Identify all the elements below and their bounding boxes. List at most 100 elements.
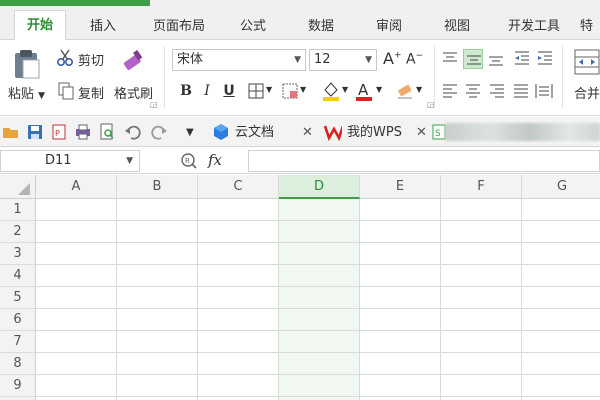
tab-page-layout[interactable]: 页面布局 — [146, 14, 212, 40]
underline-button[interactable]: U — [219, 81, 239, 101]
formula-input[interactable] — [248, 150, 600, 172]
zoom-search-icon[interactable]: R — [180, 152, 198, 170]
scissors-icon[interactable] — [56, 49, 74, 67]
customize-toolbar-chevron-icon[interactable]: ▼ — [186, 121, 194, 145]
pattern-dropdown-icon[interactable]: ▼ — [300, 85, 306, 94]
open-folder-icon[interactable] — [2, 123, 20, 141]
chevron-down-icon[interactable]: ▼ — [126, 151, 133, 171]
svg-text:S: S — [435, 129, 441, 139]
select-all-triangle-icon — [18, 183, 30, 195]
doc-tab-cloud-docs[interactable]: 云文档 — [235, 121, 274, 145]
spreadsheet-grid: ABCDEFG 12345678910 — [0, 175, 600, 400]
shrink-font-button[interactable]: A− — [406, 51, 423, 68]
row-header-1[interactable]: 1 — [0, 199, 36, 221]
cell-reference: D11 — [45, 153, 72, 168]
decrease-indent-icon[interactable] — [513, 50, 531, 68]
paste-dropdown-icon[interactable]: ▼ — [38, 91, 45, 101]
format-painter-button[interactable]: 格式刷 — [114, 83, 153, 102]
tab-review[interactable]: 审阅 — [368, 14, 410, 40]
redo-icon[interactable] — [150, 123, 168, 141]
copy-icon[interactable] — [57, 82, 75, 100]
merge-cells-icon[interactable] — [574, 48, 600, 76]
align-top-icon[interactable] — [441, 50, 459, 68]
cut-button[interactable]: 剪切 — [78, 50, 104, 69]
eraser-icon[interactable] — [396, 82, 414, 100]
align-right-icon[interactable] — [488, 82, 506, 100]
minus-icon: − — [415, 51, 424, 61]
row-header-9[interactable]: 9 — [0, 375, 36, 397]
tab-special[interactable]: 特 — [580, 14, 600, 40]
fill-color-dropdown-icon[interactable]: ▼ — [342, 85, 348, 94]
align-left-icon[interactable] — [441, 82, 459, 100]
column-header-g[interactable]: G — [522, 175, 600, 199]
paste-button[interactable]: 粘贴 ▼ — [8, 83, 45, 102]
tab-formulas[interactable]: 公式 — [232, 14, 274, 40]
chevron-down-icon: ▼ — [365, 55, 372, 65]
align-bottom-icon[interactable] — [487, 50, 505, 68]
cell-pattern-icon[interactable] — [282, 83, 298, 99]
grow-font-button[interactable]: A+ — [383, 49, 402, 68]
close-icon[interactable]: ✕ — [416, 121, 427, 145]
print-icon[interactable] — [74, 123, 92, 141]
separator — [434, 46, 435, 108]
fill-color-icon[interactable] — [322, 80, 340, 102]
font-color-dropdown-icon[interactable]: ▼ — [376, 85, 382, 94]
print-preview-icon[interactable] — [98, 123, 116, 141]
font-size-select[interactable]: 12 ▼ — [309, 49, 377, 71]
distributed-align-icon[interactable] — [535, 82, 553, 100]
cloud-docs-icon — [214, 124, 228, 140]
row-header-5[interactable]: 5 — [0, 287, 36, 309]
export-pdf-icon[interactable]: P — [50, 123, 68, 141]
font-size-value: 12 — [314, 52, 331, 67]
cell-area[interactable] — [36, 199, 600, 400]
tab-developer[interactable]: 开发工具 — [502, 14, 566, 40]
format-painter-icon[interactable] — [120, 48, 148, 76]
insert-function-button[interactable]: fx — [208, 151, 222, 169]
font-color-icon[interactable]: A — [355, 80, 373, 102]
name-box[interactable]: D11 ▼ — [0, 150, 140, 172]
row-header-7[interactable]: 7 — [0, 331, 36, 353]
undo-icon[interactable] — [124, 123, 142, 141]
select-all-corner[interactable] — [0, 175, 36, 199]
copy-button[interactable]: 复制 — [78, 83, 104, 102]
align-middle-icon[interactable] — [463, 49, 483, 69]
bold-button[interactable]: B — [176, 81, 196, 101]
separator — [164, 46, 165, 108]
tab-home[interactable]: 开始 — [14, 10, 66, 41]
tab-insert[interactable]: 插入 — [80, 14, 126, 40]
row-header-4[interactable]: 4 — [0, 265, 36, 287]
column-header-e[interactable]: E — [360, 175, 441, 199]
tab-data[interactable]: 数据 — [300, 14, 342, 40]
gridlines — [36, 199, 600, 400]
font-name-select[interactable]: 宋体 ▼ — [172, 49, 306, 71]
tab-view[interactable]: 视图 — [436, 14, 478, 40]
svg-text:R: R — [185, 157, 190, 165]
align-center-icon[interactable] — [464, 82, 482, 100]
save-icon[interactable] — [26, 123, 44, 141]
column-header-d[interactable]: D — [279, 175, 360, 199]
column-header-c[interactable]: C — [198, 175, 279, 199]
paste-icon[interactable] — [12, 48, 42, 80]
doc-tab-my-wps[interactable]: 我的WPS — [347, 121, 402, 145]
column-header-a[interactable]: A — [36, 175, 117, 199]
borders-icon[interactable] — [248, 83, 264, 99]
italic-button[interactable]: I — [197, 81, 217, 101]
merge-button[interactable]: 合并 — [574, 83, 600, 102]
borders-dropdown-icon[interactable]: ▼ — [266, 85, 272, 94]
blurred-document-tab[interactable] — [445, 123, 600, 141]
ribbon-home-panel: 粘贴 ▼ 剪切 复制 格式刷 ◲ 宋体 ▼ 12 ▼ A+ A− B I U ▼ — [0, 40, 600, 116]
svg-text:A: A — [358, 81, 369, 99]
row-header-6[interactable]: 6 — [0, 309, 36, 331]
clear-dropdown-icon[interactable]: ▼ — [416, 85, 422, 94]
close-icon[interactable]: ✕ — [302, 121, 313, 145]
paste-label: 粘贴 — [8, 87, 35, 102]
row-header-2[interactable]: 2 — [0, 221, 36, 243]
row-header-3[interactable]: 3 — [0, 243, 36, 265]
column-header-b[interactable]: B — [117, 175, 198, 199]
svg-text:P: P — [55, 129, 60, 138]
column-header-f[interactable]: F — [441, 175, 522, 199]
clipboard-dialog-launcher-icon[interactable]: ◲ — [150, 100, 158, 109]
increase-indent-icon[interactable] — [536, 50, 554, 68]
row-header-8[interactable]: 8 — [0, 353, 36, 375]
justify-icon[interactable] — [512, 82, 530, 100]
